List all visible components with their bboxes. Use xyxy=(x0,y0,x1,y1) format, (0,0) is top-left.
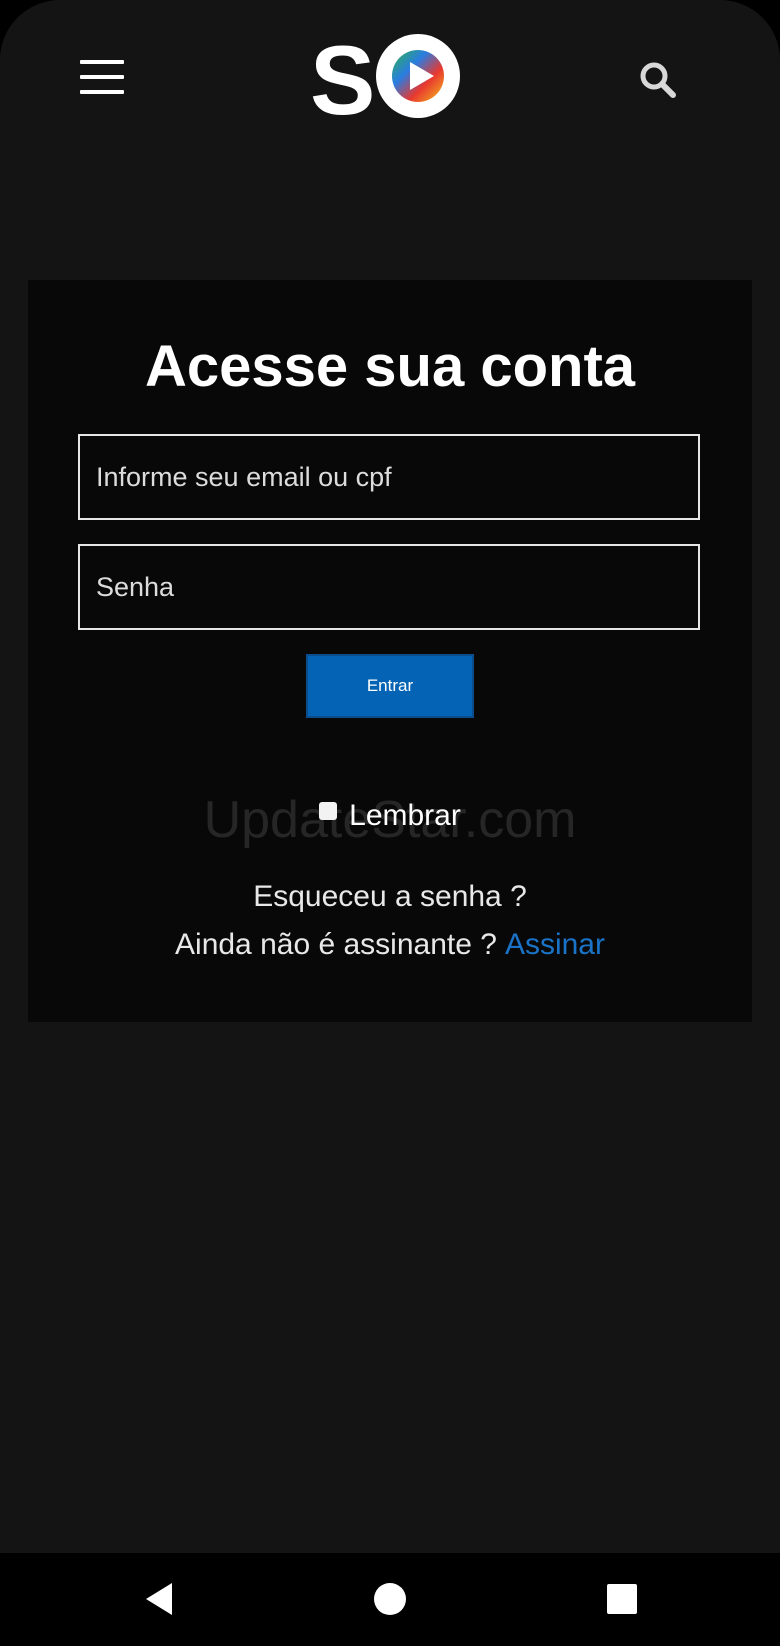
search-icon[interactable] xyxy=(638,60,678,100)
top-header: SO xyxy=(0,0,780,160)
login-submit-button[interactable]: Entrar xyxy=(306,654,474,718)
forgot-password-link[interactable]: Esqueceu a senha ? xyxy=(28,880,752,914)
home-circle-icon[interactable] xyxy=(362,1571,418,1627)
back-triangle-icon[interactable] xyxy=(132,1571,188,1627)
login-card: Acesse sua conta Entrar UpdateStar.com L… xyxy=(28,280,752,1022)
signup-row: Ainda não é assinante ? Assinar xyxy=(28,928,752,962)
app-screen: SO Acesse sua conta Entrar UpdateStar.co… xyxy=(0,0,780,1553)
recent-apps-square-icon[interactable] xyxy=(594,1571,650,1627)
remember-label[interactable]: Lembrar xyxy=(349,799,461,832)
android-navigation-bar xyxy=(0,1553,780,1646)
so-logo[interactable]: SO xyxy=(312,28,462,124)
hamburger-menu-icon[interactable] xyxy=(80,60,124,94)
email-cpf-input[interactable] xyxy=(78,434,700,520)
remember-row: Lembrar xyxy=(28,798,752,834)
signup-prompt: Ainda não é assinante ? xyxy=(175,928,497,961)
signup-link[interactable]: Assinar xyxy=(505,928,605,961)
remember-checkbox[interactable] xyxy=(319,802,338,820)
password-input[interactable] xyxy=(78,544,700,630)
page-title: Acesse sua conta xyxy=(144,334,636,399)
